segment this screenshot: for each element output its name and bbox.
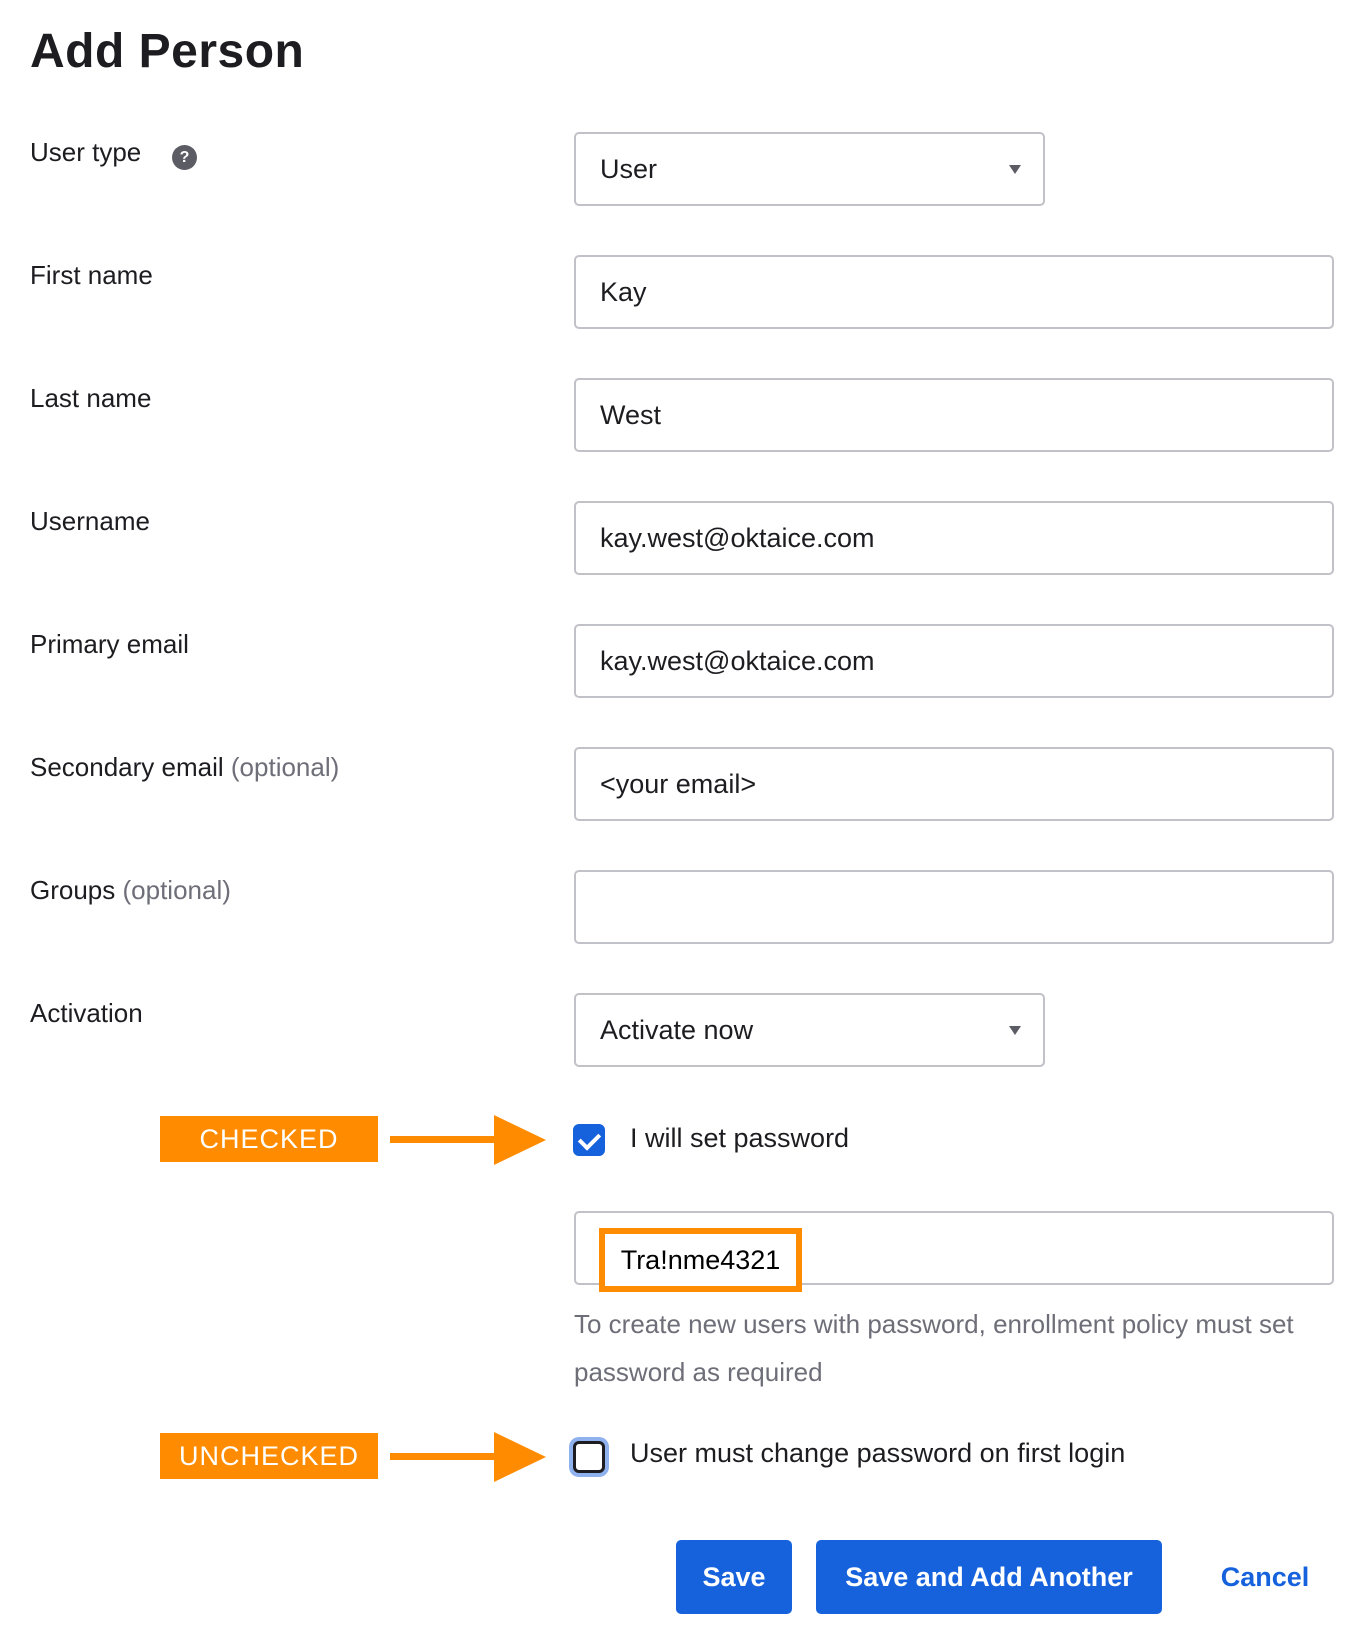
- password-hint: To create new users with password, enrol…: [574, 1309, 1294, 1387]
- page-title: Add Person: [30, 25, 305, 78]
- must-change-password-checkbox[interactable]: [573, 1441, 605, 1473]
- arrow-right-icon: [494, 1115, 546, 1165]
- password-highlight: Tra!nme4321: [599, 1228, 802, 1292]
- activation-label: Activation: [30, 998, 143, 1028]
- username-value: kay.west@oktaice.com: [600, 522, 875, 553]
- optional-hint: (optional): [230, 752, 340, 782]
- user-type-select[interactable]: User: [574, 132, 1045, 206]
- activation-value: Activate now: [600, 1014, 754, 1045]
- secondary-email-value: <your email>: [600, 768, 757, 799]
- primary-email-label: Primary email: [30, 629, 189, 659]
- primary-email-field[interactable]: kay.west@oktaice.com: [574, 624, 1334, 698]
- first-name-field[interactable]: Kay: [574, 255, 1334, 329]
- optional-hint: (optional): [122, 875, 231, 905]
- chevron-down-icon: [1009, 165, 1021, 174]
- annotation-arrow-shaft: [390, 1453, 500, 1460]
- activation-select[interactable]: Activate now: [574, 993, 1045, 1067]
- chevron-down-icon: [1009, 1026, 1021, 1035]
- username-label: Username: [30, 506, 150, 536]
- set-password-label[interactable]: I will set password: [630, 1123, 849, 1154]
- last-name-field[interactable]: West: [574, 378, 1334, 452]
- last-name-label: Last name: [30, 383, 152, 413]
- secondary-email-field[interactable]: <your email>: [574, 747, 1334, 821]
- user-type-value: User: [600, 153, 658, 184]
- cancel-button[interactable]: Cancel: [1200, 1540, 1330, 1614]
- first-name-value: Kay: [600, 276, 647, 307]
- arrow-right-icon: [494, 1432, 546, 1482]
- set-password-checkbox[interactable]: [573, 1124, 605, 1156]
- help-icon[interactable]: ?: [172, 145, 197, 170]
- groups-label: Groups (optional): [30, 875, 231, 905]
- checkmark-icon: [577, 1127, 602, 1151]
- save-and-add-another-button[interactable]: Save and Add Another: [816, 1540, 1162, 1614]
- checked-annotation-tag: CHECKED: [160, 1116, 378, 1162]
- unchecked-annotation-tag: UNCHECKED: [160, 1433, 378, 1479]
- user-type-label: User type: [30, 137, 142, 167]
- annotation-arrow-shaft: [390, 1136, 500, 1143]
- last-name-value: West: [600, 399, 662, 430]
- groups-field[interactable]: [574, 870, 1334, 944]
- save-button[interactable]: Save: [676, 1540, 792, 1614]
- must-change-password-label[interactable]: User must change password on first login: [630, 1438, 1125, 1469]
- username-field[interactable]: kay.west@oktaice.com: [574, 501, 1334, 575]
- first-name-label: First name: [30, 260, 153, 290]
- primary-email-value: kay.west@oktaice.com: [600, 645, 875, 676]
- password-value: Tra!nme4321: [620, 1244, 781, 1275]
- secondary-email-label: Secondary email (optional): [30, 752, 340, 782]
